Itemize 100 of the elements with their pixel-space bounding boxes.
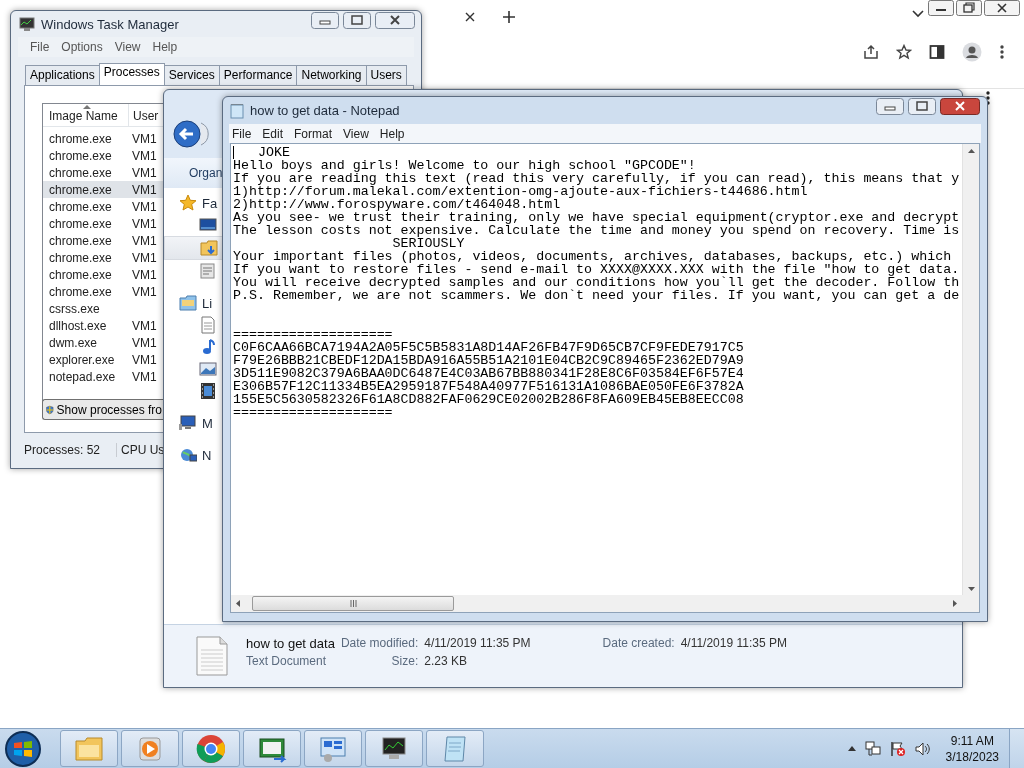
text-line: ==================== (233, 406, 393, 419)
globe-icon (179, 446, 197, 464)
maximize-icon[interactable] (343, 12, 371, 29)
network-icon[interactable] (864, 740, 881, 757)
show-processes-button[interactable]: Show processes fro (42, 399, 165, 420)
process-row[interactable]: chrome.exe VM1 (43, 181, 164, 198)
table-cell-text: chrome.exe (48, 267, 113, 282)
text-line: Hello boys and girls! Welcome to our high school "GPCODE"! (233, 159, 696, 172)
table-cell-text: chrome.exe (48, 131, 113, 146)
flag-icon[interactable] (889, 740, 906, 757)
process-row[interactable]: chrome.exe VM1 (43, 198, 164, 215)
menu-item[interactable]: File (24, 38, 56, 56)
profile-icon[interactable] (962, 42, 982, 62)
taskbar-button[interactable] (243, 730, 301, 767)
horizontal-scrollbar[interactable] (231, 595, 962, 612)
notepad-icon (230, 102, 244, 119)
process-row[interactable]: chrome.exe VM1 (43, 249, 164, 266)
process-row[interactable]: chrome.exe VM1 (43, 215, 164, 232)
plus-icon[interactable] (502, 10, 516, 24)
process-row[interactable]: chrome.exe VM1 (43, 147, 164, 164)
text-file-icon (196, 636, 228, 676)
process-row[interactable]: chrome.exe VM1 (43, 164, 164, 181)
menu-item[interactable]: Help (376, 125, 413, 142)
process-row[interactable]: dwm.exe VM1 (43, 334, 164, 351)
process-row[interactable]: chrome.exe VM1 (43, 130, 164, 147)
clock-time[interactable]: 9:11 AM (950, 732, 994, 749)
restore-icon[interactable] (956, 0, 982, 16)
maximize-icon[interactable] (908, 98, 936, 115)
minimize-icon[interactable] (928, 0, 954, 16)
field-value: 4/11/2019 11:35 PM (680, 636, 787, 650)
table-cell-text: VM1 (131, 148, 158, 163)
tab[interactable]: Processes (98, 63, 165, 85)
text-line: E306B57F12C11334B5EA2959187F548A40977F516131A1086BAE050FE6F3782A (233, 380, 744, 393)
taskbar-button[interactable] (365, 730, 423, 767)
star-icon[interactable] (896, 44, 912, 60)
star-icon (179, 194, 197, 212)
menu-item[interactable]: Help (146, 38, 184, 56)
process-row[interactable]: chrome.exe VM1 (43, 266, 164, 283)
column-header[interactable]: Image Name (43, 104, 128, 126)
scroll-up-icon[interactable] (967, 149, 975, 153)
nav-item[interactable]: M (164, 412, 223, 434)
field-label: Date modified: (340, 636, 419, 650)
scroll-left-icon[interactable] (236, 600, 240, 607)
picture-icon (199, 360, 217, 378)
back-icon[interactable] (173, 120, 201, 148)
scroll-down-icon[interactable] (967, 587, 975, 591)
process-row[interactable]: explorer.exe VM1 (43, 351, 164, 368)
close-icon[interactable] (375, 12, 415, 29)
chrome-icon (195, 732, 227, 765)
field-value: 2.23 KB (424, 654, 468, 668)
menu-item[interactable]: File (229, 125, 260, 142)
close-icon[interactable] (940, 98, 980, 115)
close-icon[interactable] (984, 0, 1020, 16)
text-line: As you see- we trust their training, only we have special equipment(cryptor.exe and decrypt (233, 211, 960, 224)
grip-icon (349, 600, 357, 607)
speaker-icon[interactable] (914, 740, 931, 757)
table-cell-text: chrome.exe (48, 148, 113, 163)
process-row[interactable]: chrome.exe VM1 (43, 283, 164, 300)
status-text: Processes: 52 (18, 443, 117, 457)
toolbar-button[interactable]: Organ (189, 166, 223, 180)
process-row[interactable]: chrome.exe VM1 (43, 232, 164, 249)
menu-item[interactable]: Edit (259, 125, 292, 142)
scroll-right-icon[interactable] (953, 600, 957, 607)
text-line: If you are reading this text (read this very carefully, if you can read), this means that y (233, 172, 960, 185)
menu-icon[interactable] (999, 44, 1005, 60)
nav-item[interactable]: Fa (164, 192, 223, 214)
menu-item[interactable]: Format (291, 125, 341, 142)
chevron-down-icon[interactable] (912, 10, 924, 18)
tab[interactable]: Applications (25, 65, 100, 85)
table-cell-text: VM1 (131, 199, 158, 214)
nav-item[interactable]: Li (164, 292, 223, 314)
start-orb-icon[interactable] (4, 729, 42, 768)
text-line: You will receive decrypted samples and our conditions how you`ll get the decoder. Follow th (233, 276, 960, 289)
process-row[interactable]: csrss.exe (43, 300, 164, 317)
menu-item[interactable]: View (108, 38, 147, 56)
chevron-up-icon[interactable] (847, 746, 856, 751)
file-name: how to get data (246, 635, 335, 651)
table-cell-text: chrome.exe (48, 165, 113, 180)
table-cell-text: VM1 (131, 131, 158, 146)
tab[interactable]: Networking (296, 65, 367, 85)
kebab-icon[interactable] (985, 90, 991, 106)
share-icon[interactable] (863, 44, 879, 60)
folder-icon (179, 294, 197, 312)
table-cell-text: VM1 (131, 318, 158, 333)
table-cell-text: chrome.exe (48, 182, 113, 197)
task-manager-icon (19, 16, 35, 32)
nav-item[interactable]: N (164, 444, 223, 466)
tab[interactable]: Users (365, 65, 407, 85)
clock-date[interactable]: 3/18/2023 (945, 748, 999, 765)
process-row[interactable]: notepad.exe VM1 (43, 368, 164, 385)
text-line: 155E5C5630582326F61A8CD882FAF0629CE02002B286F8FA609EB45EB8EECC08 (233, 393, 744, 406)
menu-item[interactable]: Options (55, 38, 109, 56)
scroll-thumb[interactable] (252, 596, 454, 611)
side-panel-icon[interactable] (929, 44, 945, 60)
field-label: Date created: (602, 636, 675, 650)
vertical-scrollbar[interactable] (962, 144, 979, 595)
file-type: Text Document (246, 654, 328, 668)
process-row[interactable]: dllhost.exe VM1 (43, 317, 164, 334)
menu-item[interactable]: View (340, 125, 377, 142)
close-icon[interactable] (464, 11, 476, 23)
